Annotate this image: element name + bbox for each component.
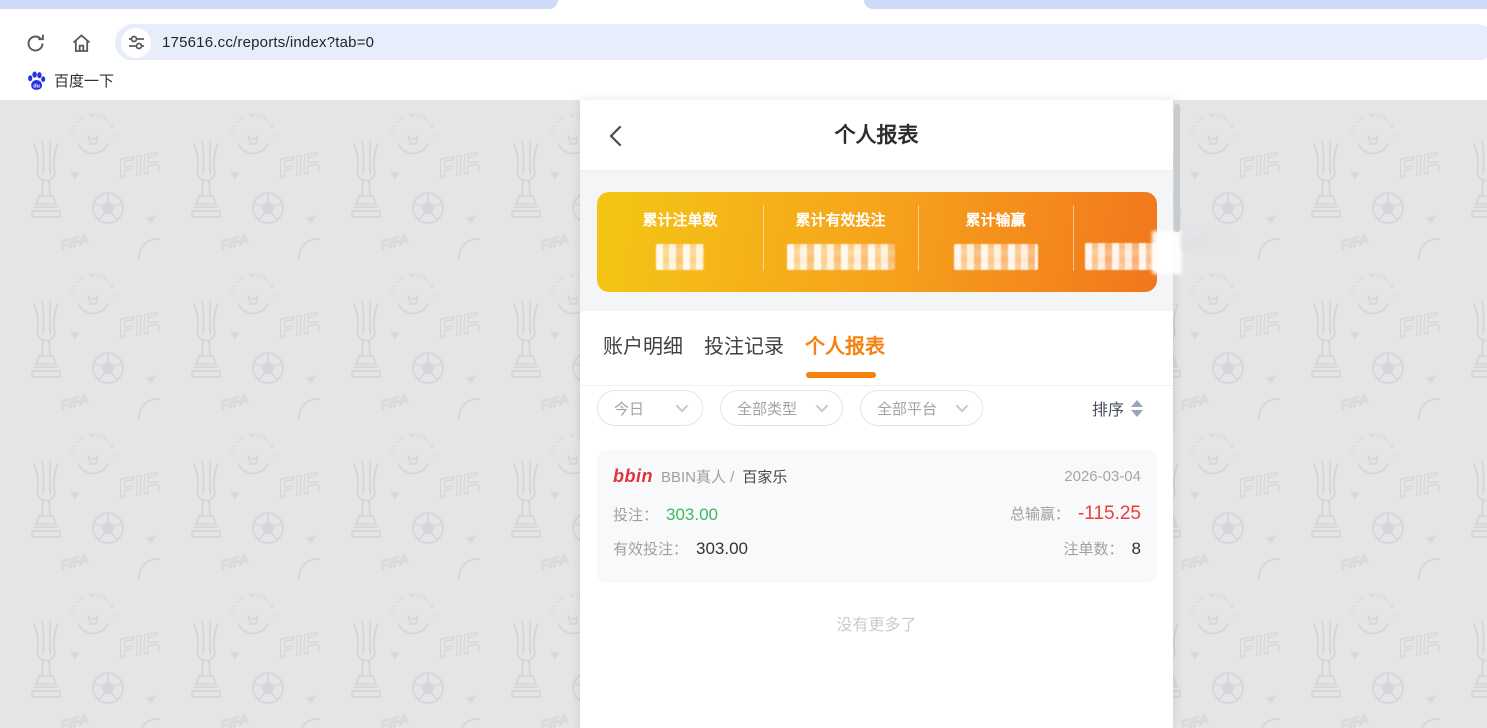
dropdown-label: 今日 (614, 398, 644, 419)
scrollbar-thumb[interactable] (1174, 104, 1180, 232)
bet-value: 303.00 (666, 505, 718, 525)
screen: 175616.cc/reports/index?tab=0 主 du 百度一下 (0, 0, 1487, 728)
provider-name: BBIN真人 / (661, 466, 734, 487)
report-card-row-2: 投注： 303.00 总输赢： -115.25 (613, 502, 1141, 526)
stat-divider (763, 205, 764, 271)
total-winloss-label: 总输赢： (1010, 503, 1070, 524)
bbin-logo: bbin (613, 466, 653, 487)
browser-tab-strip-left (0, 0, 558, 9)
report-card[interactable]: bbin BBIN真人 / 百家乐 2026-03-04 投注： 303.00 … (597, 450, 1157, 583)
back-button[interactable] (604, 123, 630, 149)
home-icon[interactable] (70, 32, 93, 55)
address-bar[interactable]: 175616.cc/reports/index?tab=0 (115, 24, 1487, 61)
dropdown-label: 全部平台 (877, 398, 937, 419)
redaction-blur-patch (1152, 231, 1182, 274)
stat-win-loss: 累计输赢 (918, 192, 1073, 292)
tab-account-detail[interactable]: 账户明细 (603, 330, 683, 359)
chevron-down-icon (815, 404, 829, 413)
stat-label: 累计注单数 (597, 209, 763, 230)
browser-tab-strip-right (864, 0, 1487, 9)
tab-bar: 账户明细 投注记录 个人报表 (603, 330, 885, 359)
redaction-blur-tail (1181, 233, 1229, 248)
tabs-section: 账户明细 投注记录 个人报表 今日 全部类型 全部平台 (580, 310, 1173, 433)
browser-toolbar: 175616.cc/reports/index?tab=0 (0, 9, 1487, 60)
tab-bet-records[interactable]: 投注记录 (704, 330, 784, 359)
stat-label: 累计输赢 (918, 209, 1073, 230)
bookmark-baidu[interactable]: du 百度一下 (26, 60, 114, 100)
report-list: bbin BBIN真人 / 百家乐 2026-03-04 投注： 303.00 … (580, 433, 1173, 728)
report-panel: 个人报表 累计注单数 累计有效投注 累计输赢 (580, 100, 1173, 728)
stat-value-redacted (954, 244, 1038, 270)
stat-label: 累计有效投注 (763, 209, 918, 230)
bookmark-label: 百度一下 (54, 70, 114, 91)
sort-label: 排序 (1092, 396, 1124, 420)
stat-value-redacted (656, 244, 704, 270)
total-winloss-value: -115.25 (1078, 503, 1141, 525)
valid-bet-value: 303.00 (696, 539, 748, 559)
platform-filter-dropdown[interactable]: 全部平台 (860, 390, 983, 426)
reload-icon[interactable] (24, 32, 47, 55)
active-tab-underline (806, 372, 876, 378)
page-title: 个人报表 (580, 100, 1173, 171)
redacted-value-overlay (1085, 243, 1157, 270)
baidu-paw-icon: du (26, 70, 47, 91)
chevron-down-icon (955, 404, 969, 413)
stats-summary-card: 累计注单数 累计有效投注 累计输赢 (597, 192, 1157, 292)
stats-section: 累计注单数 累计有效投注 累计输赢 (580, 171, 1173, 310)
report-date: 2026-03-04 (1064, 468, 1141, 485)
bet-label: 投注： (613, 504, 658, 525)
report-card-row-3: 有效投注： 303.00 注单数： 8 (613, 536, 1141, 560)
url-text: 175616.cc/reports/index?tab=0 (162, 34, 374, 51)
tab-personal-report[interactable]: 个人报表 (805, 330, 885, 359)
report-card-title-row: bbin BBIN真人 / 百家乐 2026-03-04 (613, 464, 1141, 488)
site-settings-button[interactable] (121, 28, 151, 58)
panel-header: 个人报表 (580, 100, 1173, 171)
order-count-value: 8 (1132, 539, 1141, 559)
stat-divider (1073, 205, 1074, 271)
svg-text:du: du (33, 83, 40, 89)
sort-arrows-icon (1131, 400, 1143, 417)
type-filter-dropdown[interactable]: 全部类型 (720, 390, 843, 426)
stat-value-redacted (787, 244, 895, 270)
no-more-text: 没有更多了 (580, 611, 1173, 635)
sort-button[interactable]: 排序 (1092, 390, 1143, 426)
dropdown-label: 全部类型 (737, 398, 797, 419)
stat-total-orders: 累计注单数 (597, 192, 763, 292)
divider (580, 385, 1173, 386)
chevron-down-icon (675, 404, 689, 413)
order-count-label: 注单数： (1064, 538, 1124, 559)
game-name: 百家乐 (742, 466, 787, 487)
tune-icon (128, 34, 145, 51)
stat-divider (918, 205, 919, 271)
bookmarks-bar: 主 (0, 60, 1487, 100)
back-chevron-icon (611, 127, 620, 145)
date-filter-dropdown[interactable]: 今日 (597, 390, 703, 426)
valid-bet-label: 有效投注： (613, 538, 688, 559)
stat-valid-bets: 累计有效投注 (763, 192, 918, 292)
